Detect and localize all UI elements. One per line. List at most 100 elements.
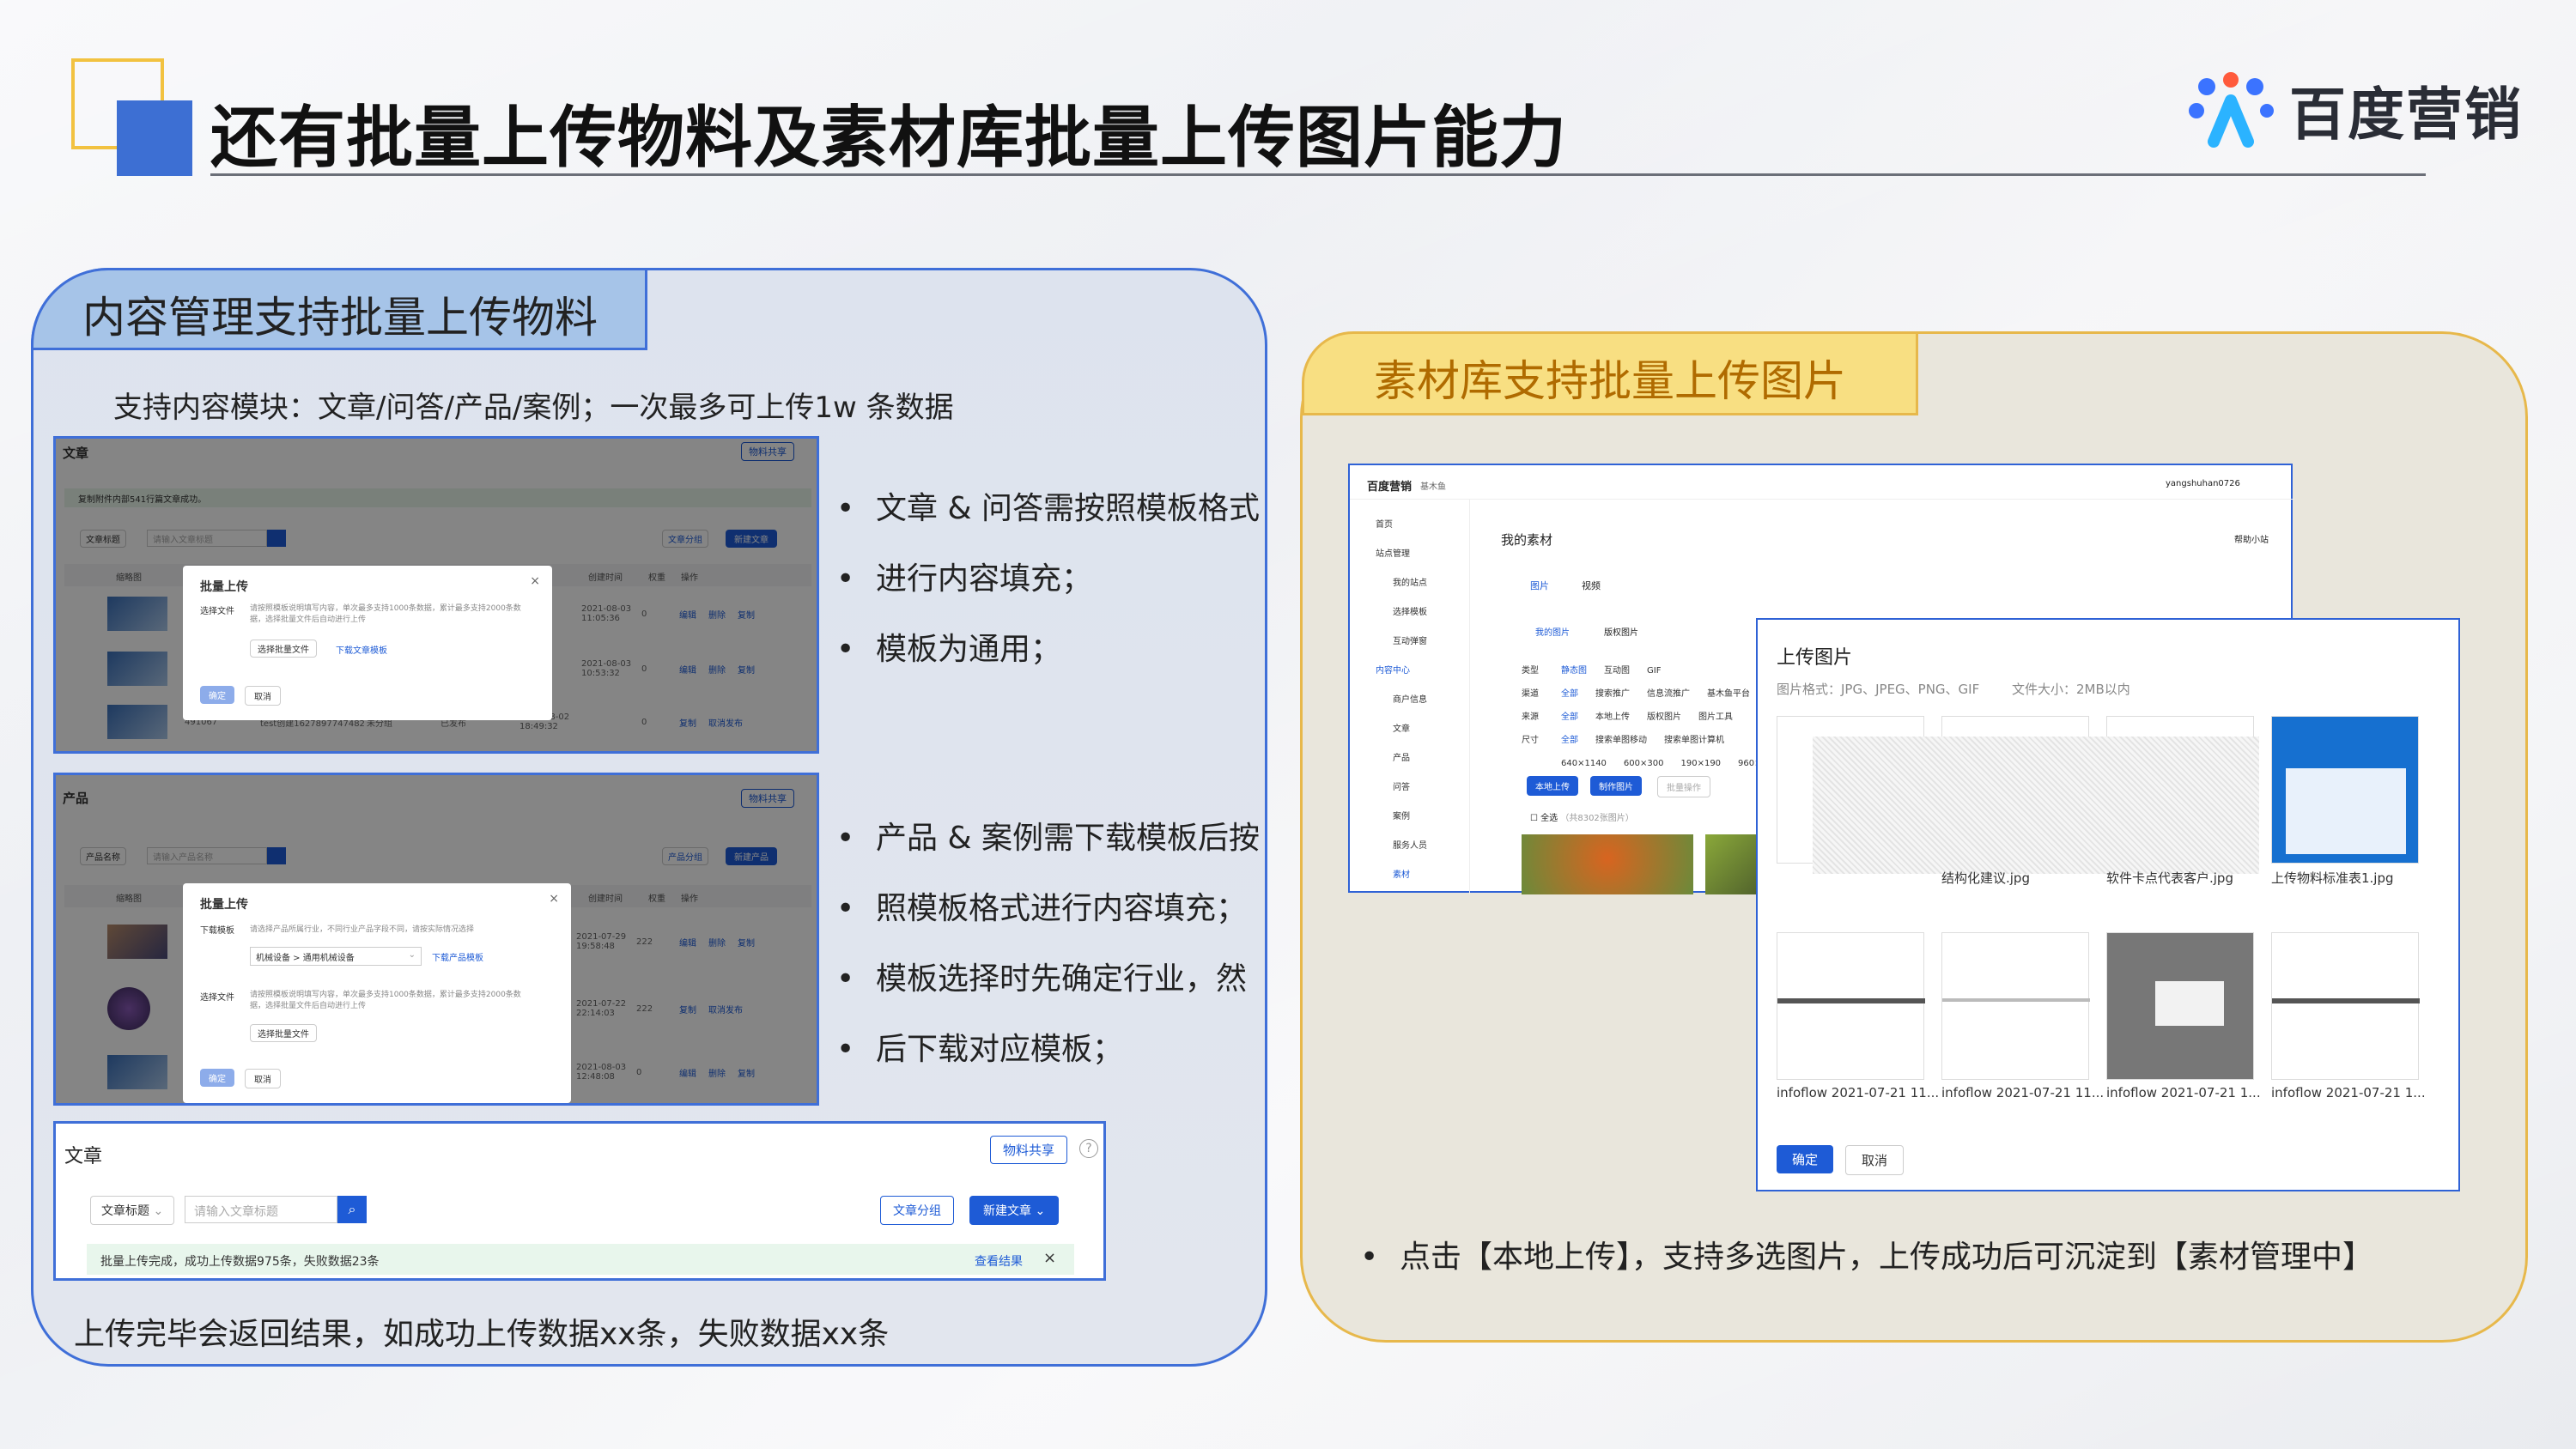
material-thumbnail[interactable] <box>1522 834 1693 894</box>
upload-image-card[interactable] <box>2271 716 2419 864</box>
help-icon[interactable]: ? <box>1079 1139 1098 1158</box>
bullet-item: 点击【本地上传】，支持多选图片，上传成功后可沉淀到【素材管理中】 <box>1360 1222 2476 1293</box>
nav-item-template[interactable]: 选择模板 <box>1393 604 1427 617</box>
bullet-item: 文章 & 问答需按照模板格式 <box>836 474 1266 544</box>
file-name: infoflow 2021-07-21 1... <box>2106 1085 2261 1100</box>
logo-icon <box>2189 72 2274 148</box>
search-icon[interactable]: ⌕ <box>337 1196 367 1223</box>
left-panel-subtitle: 支持内容模块：文章/问答/产品/案例；一次最多可上传1w 条数据 <box>113 391 954 425</box>
size-option[interactable]: 190×190 <box>1680 759 1721 768</box>
close-icon[interactable]: × <box>549 892 559 906</box>
view-result-link[interactable]: 查看结果 <box>975 1252 1023 1270</box>
filter-option[interactable]: GIF <box>1647 666 1661 676</box>
upload-image-card[interactable] <box>2271 932 2420 1080</box>
download-template-link[interactable]: 下载文章模板 <box>336 643 387 656</box>
dialog-title: 上传图片 <box>1777 647 1853 669</box>
filter-option[interactable]: 全部 <box>1561 736 1578 745</box>
tab-video[interactable]: 视频 <box>1582 579 1601 592</box>
screenshot-preview <box>2272 998 2420 1003</box>
nav-item-staff[interactable]: 服务人员 <box>1393 838 1427 851</box>
page-title: 我的素材 <box>1501 532 1553 548</box>
size-option[interactable]: 600×300 <box>1624 759 1664 768</box>
nav-item-popup[interactable]: 互动弹窗 <box>1393 634 1427 646</box>
bullet-item: 模板选择时先确定行业，然 <box>836 944 1266 1015</box>
result-banner: 批量上传完成，成功上传数据975条，失败数据23条 查看结果 × <box>87 1244 1074 1275</box>
filter-option[interactable]: 搜索单图计算机 <box>1664 736 1724 745</box>
filter-option[interactable]: 基木鱼平台 <box>1707 689 1750 699</box>
filter-label: 来源 <box>1522 712 1539 722</box>
user-menu[interactable]: yangshuhan0726 <box>2166 479 2240 488</box>
cancel-button[interactable]: 取消 <box>245 686 281 706</box>
make-image-button[interactable]: 制作图片 <box>1590 776 1642 796</box>
nav-item-home[interactable]: 首页 <box>1376 517 1393 530</box>
app-brand-sub: 基木鱼 <box>1420 482 1446 492</box>
close-icon[interactable]: × <box>1043 1249 1056 1267</box>
nav-item-content[interactable]: 内容中心 <box>1376 663 1410 676</box>
bullet-item: 产品 & 案例需下载模板后按 <box>836 803 1266 874</box>
filter-option[interactable]: 版权图片 <box>1647 712 1681 722</box>
nav-item-merchant[interactable]: 商户信息 <box>1393 692 1427 705</box>
upload-image-card[interactable] <box>2106 932 2254 1080</box>
filter-option[interactable]: 静态图 <box>1561 666 1587 676</box>
search-input[interactable]: 请输入文章标题 <box>185 1196 337 1223</box>
filter-option[interactable]: 搜索推广 <box>1595 689 1630 699</box>
help-link[interactable]: 帮助小站 <box>2234 532 2269 545</box>
title-filter[interactable]: 文章标题 ⌄ <box>90 1196 175 1225</box>
choose-file-button[interactable]: 选择批量文件 <box>250 1024 317 1042</box>
modal-description: 请按照模板说明填写内容，单次最多支持1000条数据，累计最多支持2000条数据，… <box>250 604 521 624</box>
upload-result-screenshot: 文章 物料共享 ? 文章标题 ⌄ 请输入文章标题 ⌕ 文章分组 新建文章 ⌄ 批… <box>53 1121 1106 1281</box>
nav-item-article[interactable]: 文章 <box>1393 721 1410 734</box>
nav-item-my-site[interactable]: 我的站点 <box>1393 575 1427 588</box>
format-hint: 图片格式：JPG、JPEG、PNG、GIF <box>1777 682 1980 697</box>
choose-file-button[interactable]: 选择批量文件 <box>250 640 317 658</box>
upload-image-card[interactable] <box>1777 932 1925 1080</box>
filter-option[interactable]: 互动图 <box>1604 666 1630 676</box>
confirm-button[interactable]: 确定 <box>200 1069 234 1087</box>
bullets-product: 产品 & 案例需下载模板后按 照模板格式进行内容填充； 模板选择时先确定行业，然… <box>836 803 1266 1085</box>
nav-item-case[interactable]: 案例 <box>1393 809 1410 822</box>
group-button[interactable]: 文章分组 <box>880 1196 954 1225</box>
nav-item-material[interactable]: 素材 <box>1393 867 1410 880</box>
nav-item-qa[interactable]: 问答 <box>1393 779 1410 792</box>
share-button[interactable]: 物料共享 <box>990 1136 1068 1164</box>
close-icon[interactable]: × <box>530 574 540 588</box>
upload-images-dialog: 上传图片 图片格式：JPG、JPEG、PNG、GIF 文件大小：2MB以内 结构… <box>1756 618 2460 1191</box>
size-option[interactable]: 640×1140 <box>1561 759 1607 768</box>
filter-option[interactable]: 本地上传 <box>1595 712 1630 722</box>
product-batch-upload-screenshot: 产品 物料共享 产品名称 请输入产品名称 产品分组 新建产品 缩略图 创建时间 … <box>53 773 819 1106</box>
tab-image[interactable]: 图片 <box>1530 579 1549 592</box>
chevron-down-icon: ⌄ <box>408 950 416 960</box>
select-all-checkbox[interactable]: ☐ 全选 （共8302张图片） <box>1530 810 1634 823</box>
upload-image-card[interactable] <box>1941 932 2090 1080</box>
confirm-button[interactable]: 确定 <box>1777 1145 1834 1173</box>
subtab-copyright[interactable]: 版权图片 <box>1604 625 1638 638</box>
sidebar: 首页 站点管理 我的站点 选择模板 互动弹窗 内容中心 商户信息 文章 产品 问… <box>1350 500 1470 894</box>
nav-item-site[interactable]: 站点管理 <box>1376 546 1410 559</box>
left-panel-footer: 上传完毕会返回结果，如成功上传数据xx条，失败数据xx条 <box>74 1317 890 1352</box>
title-filter-label: 文章标题 <box>101 1204 149 1218</box>
cancel-button[interactable]: 取消 <box>245 1069 281 1088</box>
right-panel-heading: 素材库支持批量上传图片 <box>1374 356 1846 406</box>
bullets-material: 点击【本地上传】，支持多选图片，上传成功后可沉淀到【素材管理中】 <box>1360 1222 2476 1293</box>
filter-option[interactable]: 全部 <box>1561 712 1578 722</box>
confirm-button[interactable]: 确定 <box>200 686 234 704</box>
bullet-continuation-text: 进行内容填充； <box>876 561 1093 597</box>
cancel-button[interactable]: 取消 <box>1845 1145 1905 1175</box>
new-article-button[interactable]: 新建文章 ⌄ <box>969 1196 1060 1225</box>
file-name: infoflow 2021-07-21 1... <box>2271 1085 2426 1100</box>
subtab-my-images[interactable]: 我的图片 <box>1535 625 1570 638</box>
filter-option[interactable]: 图片工具 <box>1698 712 1733 722</box>
filter-option[interactable]: 搜索单图移动 <box>1595 736 1647 745</box>
filter-option[interactable]: 信息流推广 <box>1647 689 1690 699</box>
industry-select[interactable]: 机械设备 > 通用机械设备 ⌄ <box>250 947 422 966</box>
download-template-link[interactable]: 下载产品模板 <box>432 950 483 963</box>
filter-option[interactable]: 全部 <box>1561 689 1578 699</box>
file-name: 结构化建议.jpg <box>1941 870 2030 886</box>
chevron-down-icon: ⌄ <box>153 1204 164 1218</box>
new-article-label: 新建文章 <box>983 1204 1031 1218</box>
batch-action-button[interactable]: 批量操作 <box>1657 776 1710 797</box>
size-hint: 文件大小：2MB以内 <box>2012 682 2130 697</box>
nav-item-product[interactable]: 产品 <box>1393 750 1410 763</box>
bullet-item: 模板为通用； <box>836 615 1266 685</box>
local-upload-button[interactable]: 本地上传 <box>1527 776 1578 796</box>
